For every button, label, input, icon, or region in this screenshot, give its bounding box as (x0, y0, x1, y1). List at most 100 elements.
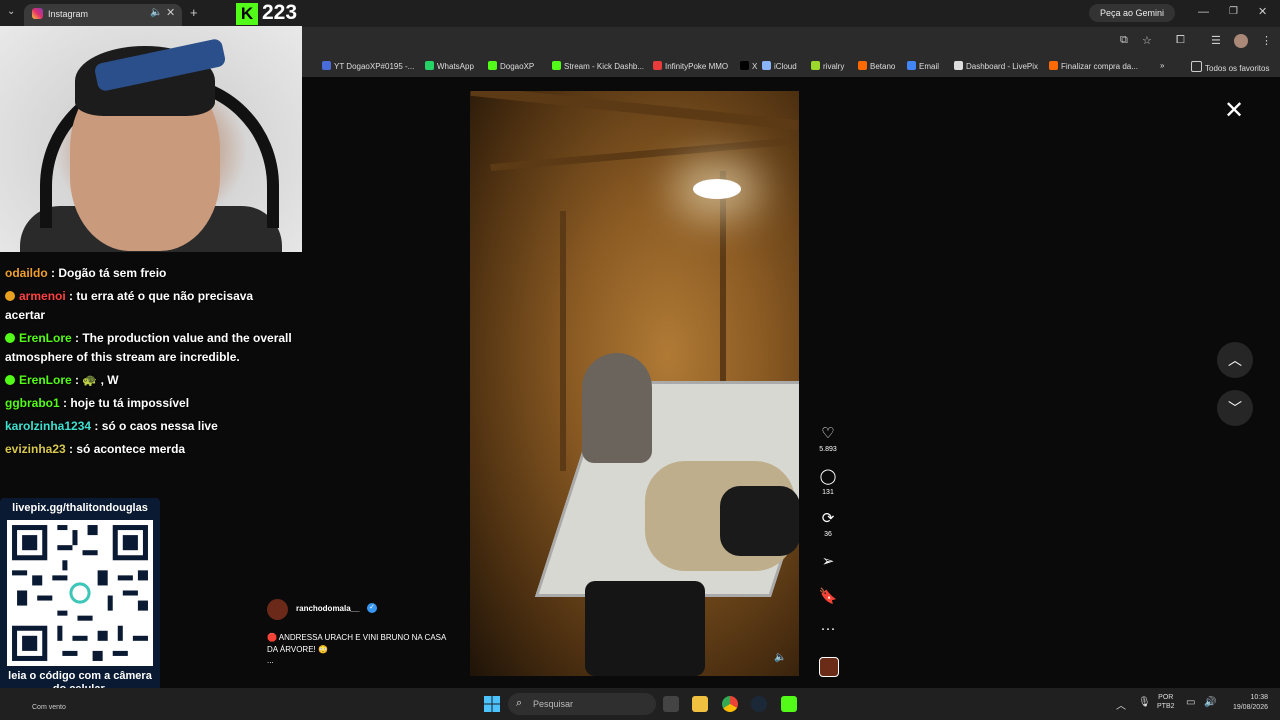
tab-title: Instagram (48, 9, 89, 19)
bookmark-label: WhatsApp (437, 62, 474, 71)
file-explorer-icon[interactable] (692, 696, 708, 712)
bookmark-favicon-icon (1049, 61, 1058, 70)
chat-username: evizinha23 (5, 442, 66, 456)
caption-more[interactable]: ... (267, 656, 274, 665)
qr-code (7, 520, 153, 666)
webcam-overlay (0, 26, 302, 252)
bookmark-favicon-icon (488, 61, 497, 70)
chat-text: : só acontece merda (65, 442, 186, 456)
bookmark-label: Finalizar compra da... (1061, 62, 1138, 71)
chat-username: ErenLore (19, 331, 72, 345)
reel-video[interactable] (470, 91, 799, 676)
network-icon[interactable]: ▭ (1186, 697, 1195, 708)
author-avatar[interactable] (267, 599, 288, 620)
bookmark-item[interactable]: rivalry (811, 61, 844, 71)
post-caption: 🛑 ANDRESSA URACH E VINI BRUNO NA CASA DA… (267, 633, 446, 654)
clock-date: 19/08/2026 (1232, 704, 1268, 711)
weather-widget[interactable]: Com vento (32, 704, 66, 711)
reposts-count: 36 (824, 531, 832, 538)
language-indicator[interactable]: POR PTB2 (1157, 693, 1175, 711)
bookmark-label: X (752, 62, 758, 71)
chat-message: ggbrabo1 : hoje tu tá impossível (5, 394, 295, 413)
tab-strip-icon[interactable]: ☰ (1211, 34, 1221, 47)
bookmark-item[interactable]: Email (907, 61, 939, 71)
chat-text: : hoje tu tá impossível (59, 396, 190, 410)
bookmark-item[interactable]: WhatsApp (425, 61, 474, 71)
chat-message: karolzinha1234 : só o caos nessa live (5, 417, 295, 436)
bookmark-favicon-icon (811, 61, 820, 70)
chat-message: armenoi : tu erra até o que não precisav… (5, 287, 295, 325)
gemini-button[interactable]: Peça ao Gemini (1089, 4, 1175, 22)
kick-app-icon[interactable] (781, 696, 797, 712)
donation-url: livepix.gg/thalitondouglas (12, 502, 148, 514)
microphone-icon[interactable]: 🎙 (1138, 697, 1151, 708)
extensions-icon[interactable]: ⧠ (1176, 34, 1185, 47)
language-code: POR (1158, 694, 1174, 701)
save-icon[interactable]: 🔖 (817, 587, 839, 605)
volume-tray-icon[interactable]: 🔊 (1204, 697, 1216, 708)
bookmark-item[interactable]: Betano (858, 61, 895, 71)
bookmark-item[interactable]: DogaoXP (488, 61, 534, 71)
bookmark-item[interactable]: iCloud (762, 61, 797, 71)
like-icon[interactable]: ♡ (817, 424, 839, 442)
chat-overlay: odaildo : Dogão tá sem freio armenoi : tu… (0, 252, 300, 492)
chat-badge-icon (5, 291, 15, 301)
all-bookmarks[interactable]: Todos os favoritos (1191, 61, 1269, 73)
tab-search-icon[interactable]: ⌄ (7, 6, 15, 17)
chat-message: odaildo : Dogão tá sem freio (5, 264, 295, 283)
bookmark-label: Dashboard - LivePix (966, 62, 1039, 71)
taskbar-search-input[interactable] (508, 693, 656, 715)
chat-text: : 🐢 , W (71, 373, 119, 387)
bookmark-item[interactable]: Dashboard - LivePix (954, 61, 1038, 71)
steam-icon[interactable] (751, 696, 767, 712)
chat-text: : só o caos nessa live (91, 419, 218, 433)
chat-username: ggbrabo1 (5, 396, 60, 410)
bookmark-item[interactable]: X (740, 61, 757, 71)
author-username[interactable]: ranchodomala__ (296, 604, 360, 613)
verified-icon: ✓ (367, 603, 377, 613)
next-reel-button[interactable]: ﹀ (1217, 390, 1253, 426)
all-bookmarks-label: Todos os favoritos (1205, 64, 1270, 73)
bookmark-favicon-icon (762, 61, 771, 70)
profile-avatar[interactable] (1234, 34, 1248, 48)
bookmark-item[interactable]: YT DogaoXP#0195 -... (322, 61, 414, 71)
chat-text: : Dogão tá sem freio (47, 266, 167, 280)
keyboard-layout: PTB2 (1157, 703, 1175, 710)
kick-logo-icon: K (236, 3, 258, 25)
tab-close-icon[interactable]: ✕ (166, 6, 175, 19)
bookmark-item[interactable]: Stream - Kick Dashb... (552, 61, 644, 71)
more-options-icon[interactable]: ··· (817, 620, 839, 637)
windows-start-icon[interactable] (484, 696, 500, 712)
new-tab-button[interactable]: + (190, 5, 198, 20)
bookmark-label: YT DogaoXP#0195 -... (334, 62, 415, 71)
show-hidden-icons-icon[interactable]: ︿ (1116, 697, 1126, 712)
cast-icon[interactable]: ⧉ (1120, 34, 1128, 47)
bookmark-favicon-icon (740, 61, 749, 70)
maximize-button[interactable]: ❐ (1229, 6, 1238, 17)
task-view-icon[interactable] (663, 696, 679, 712)
tab-audio-icon[interactable]: 🔈 (150, 7, 162, 18)
audio-thumbnail[interactable] (819, 657, 839, 677)
bookmark-star-icon[interactable]: ☆ (1142, 34, 1152, 47)
share-icon[interactable]: ➢ (817, 552, 839, 570)
bookmarks-overflow-icon[interactable]: » (1160, 61, 1164, 70)
system-clock[interactable]: 10:38 19/08/2026 (1222, 693, 1268, 713)
comment-icon[interactable]: ◯ (817, 467, 839, 485)
chrome-icon[interactable] (722, 696, 738, 712)
previous-reel-button[interactable]: ︿ (1217, 342, 1253, 378)
bookmark-label: Email (919, 62, 940, 71)
comments-count: 131 (822, 489, 834, 496)
menu-icon[interactable]: ⋮ (1261, 34, 1272, 47)
minimize-button[interactable]: — (1198, 6, 1209, 18)
volume-icon[interactable]: 🔈 (774, 652, 786, 663)
window-close-button[interactable]: ✕ (1258, 5, 1267, 18)
folder-icon (1191, 61, 1202, 72)
bookmark-label: InfinityPoke MMO (665, 62, 729, 71)
bookmark-item[interactable]: Finalizar compra da... (1049, 61, 1138, 71)
repost-icon[interactable]: ⟳ (817, 509, 839, 527)
chat-badge-icon (5, 375, 15, 385)
bookmark-favicon-icon (907, 61, 916, 70)
chat-username: armenoi (19, 289, 66, 303)
bookmark-item[interactable]: InfinityPoke MMO (653, 61, 728, 71)
close-icon[interactable]: ✕ (1224, 96, 1244, 125)
